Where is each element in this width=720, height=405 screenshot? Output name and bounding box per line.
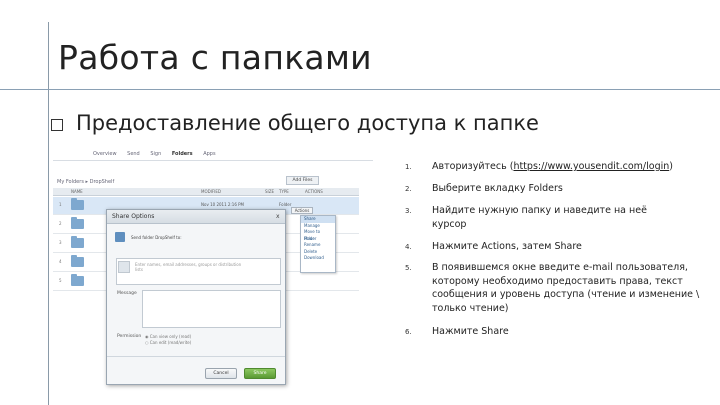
row-number: 1 [59, 202, 62, 207]
menu-item-download[interactable]: Download [301, 255, 335, 262]
folder-icon [71, 217, 84, 229]
actions-button[interactable]: Actions [291, 207, 313, 214]
step-number: 2. [405, 185, 412, 193]
permission-edit-radio[interactable]: ○ Can edit (read/write) [145, 340, 191, 346]
folder-share-screenshot: Overview Send Sign Folders Apps My Folde… [53, 145, 373, 395]
recipients-placeholder: Enter names, email addresses, groups or … [135, 262, 242, 272]
cancel-button[interactable]: Cancel [205, 368, 237, 379]
message-field[interactable] [142, 290, 281, 328]
folder-icon [71, 274, 84, 286]
row-type: Folder [279, 202, 292, 207]
dialog-title: Share Options [107, 210, 285, 224]
actions-menu: Share Manage Move to Folder Move Rename … [300, 215, 336, 273]
step-text-after: ) [669, 161, 673, 172]
message-label: Message [117, 291, 137, 296]
row-modified: Nov 10 2011 2:16 PM [201, 202, 245, 207]
row-number: 4 [59, 259, 62, 264]
add-files-button[interactable]: Add Files [286, 176, 319, 185]
step-text: Нажмите Share [432, 326, 509, 337]
table-header: NAME MODIFIED SIZE TYPE ACTIONS [53, 188, 359, 196]
col-modified[interactable]: MODIFIED [201, 189, 221, 194]
step-text: Нажмите Actions, затем Share [432, 241, 582, 252]
dialog-footer-divider [107, 356, 285, 357]
col-actions: ACTIONS [305, 189, 323, 194]
col-size[interactable]: SIZE [265, 189, 274, 194]
nav-sign[interactable]: Sign [150, 151, 161, 157]
share-options-dialog: Share Options x Send folder DropShelf to… [106, 209, 286, 385]
step-text-before: Авторизуйтесь ( [432, 161, 514, 172]
step-text: Авторизуйтесь (https://www.yousendit.com… [432, 160, 704, 174]
step-number: 1. [405, 163, 412, 171]
title-horizontal-rule [0, 89, 720, 90]
permission-options: ◉ Can view only (read) ○ Can edit (read/… [145, 334, 191, 346]
login-link[interactable]: https://www.yousendit.com/login [513, 161, 669, 172]
row-number: 3 [59, 240, 62, 245]
step-number: 4. [405, 243, 412, 251]
col-name[interactable]: NAME [71, 189, 83, 194]
step-number: 3. [405, 207, 412, 215]
share-button[interactable]: Share [244, 368, 276, 379]
step-number: 6. [405, 328, 412, 336]
nav-apps[interactable]: Apps [203, 151, 215, 157]
nav-send[interactable]: Send [127, 151, 140, 157]
bullet-heading: Предоставление общего доступа к папке [76, 111, 539, 135]
step-text: В появившемся окне введите e-mail пользо… [432, 262, 700, 314]
breadcrumb[interactable]: My Folders ▸ DropShelf [57, 179, 114, 185]
step-number: 5. [405, 264, 412, 272]
row-number: 2 [59, 221, 62, 226]
nav-folders[interactable]: Folders [172, 151, 193, 157]
title-vertical-rule [48, 22, 49, 405]
permission-label: Permission [117, 334, 142, 339]
step-text: Выберите вкладку Folders [432, 183, 563, 194]
folder-icon [71, 236, 84, 248]
close-icon[interactable]: x [276, 213, 280, 220]
share-folder-icon [115, 232, 125, 242]
nav-overview[interactable]: Overview [93, 151, 117, 157]
row-number: 5 [59, 278, 62, 283]
top-navigation: Overview Send Sign Folders Apps [93, 151, 225, 157]
share-target-line: Send folder DropShelf to: [131, 235, 182, 240]
step-text: Найдите нужную папку и наведите на неё к… [432, 205, 647, 230]
folder-icon [71, 255, 84, 267]
avatar [118, 261, 130, 273]
col-type[interactable]: TYPE [279, 189, 289, 194]
bullet-square-icon [51, 119, 63, 131]
nav-divider [53, 160, 373, 161]
slide-title: Работа с папками [58, 38, 372, 77]
folder-icon [71, 198, 84, 210]
